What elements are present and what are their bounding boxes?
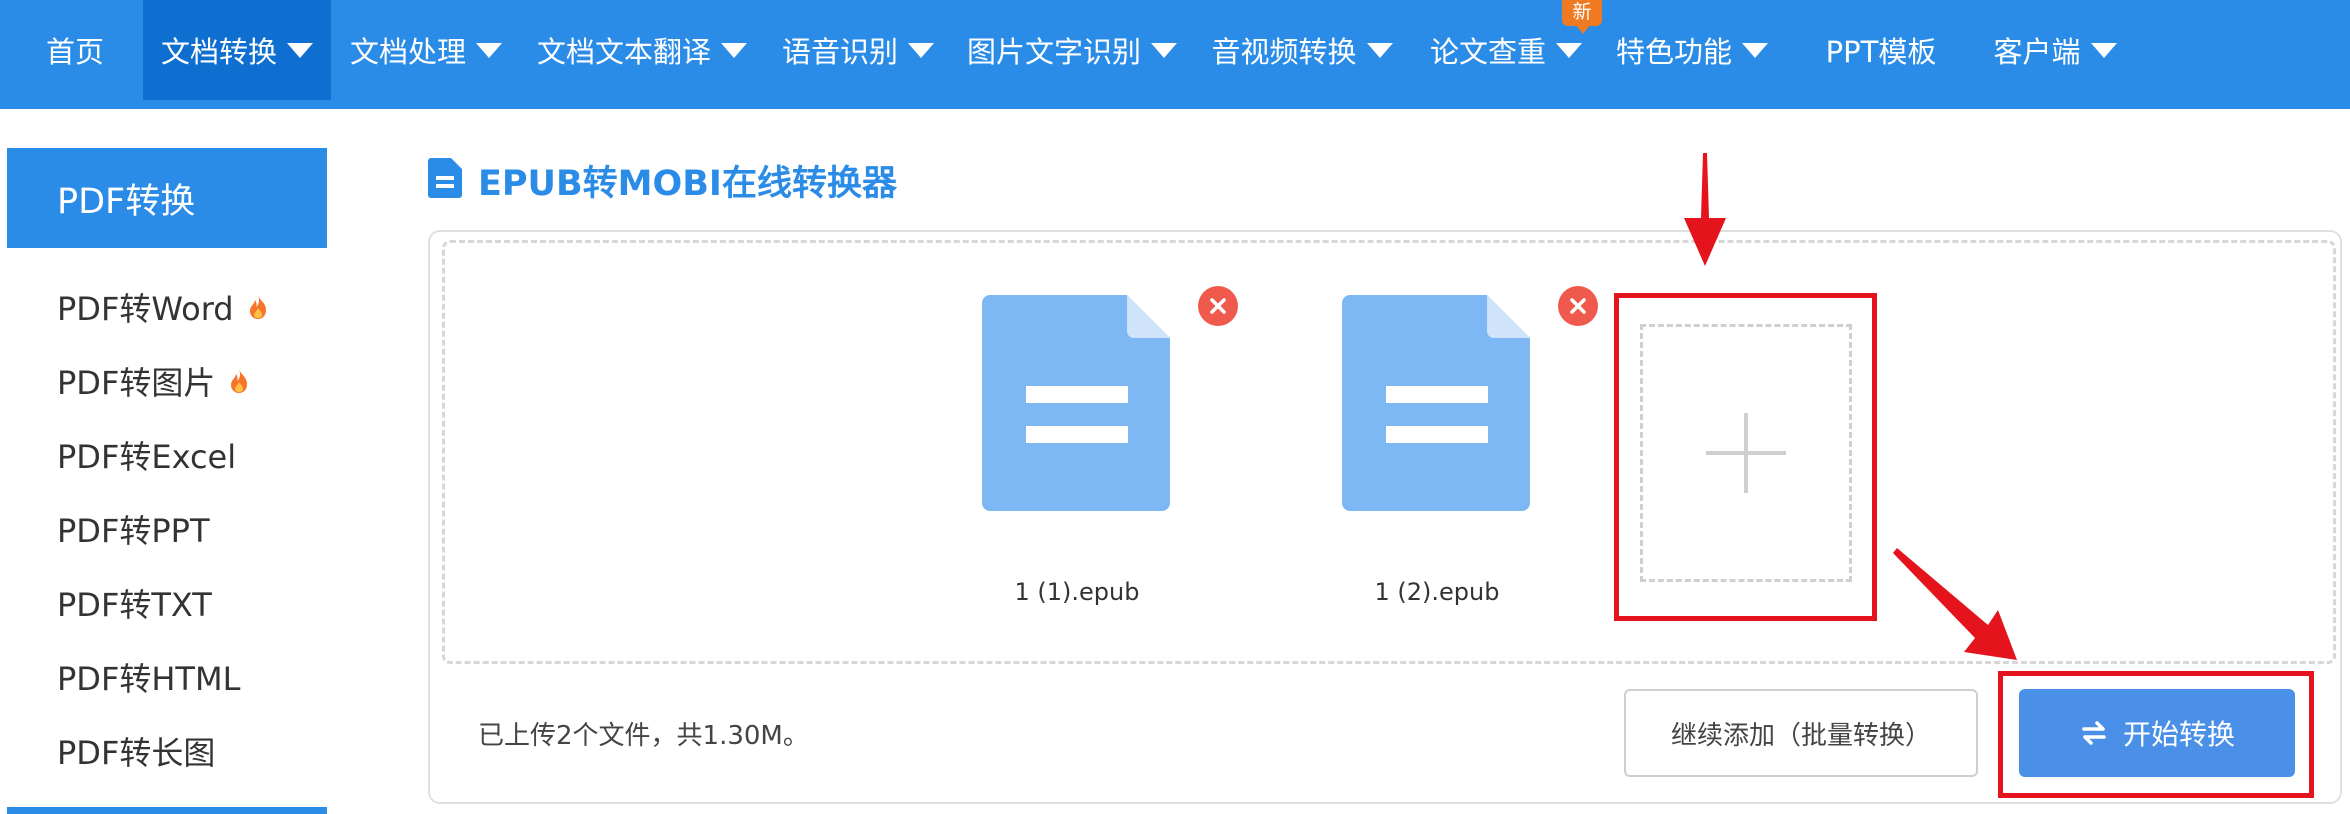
nav-item-ppt-templates[interactable]: PPT模板 — [1818, 0, 1944, 100]
nav-item-av-conversion[interactable]: 音视频转换 — [1208, 0, 1396, 100]
chevron-down-icon — [721, 42, 747, 58]
sidebar-item-pdf-to-word[interactable]: PDF转Word — [7, 270, 327, 344]
flame-icon — [229, 368, 249, 394]
nav-item-label: PPT模板 — [1825, 35, 1937, 69]
nav-item-label: 客户端 — [1993, 35, 2081, 69]
chevron-down-icon — [2090, 42, 2117, 58]
sidebar-item-pdf-to-image[interactable]: PDF转图片 — [7, 344, 327, 418]
annotation-box-add-slot — [1614, 293, 1877, 621]
uploaded-file-card[interactable] — [1342, 293, 1532, 523]
remove-file-button[interactable] — [1558, 286, 1598, 326]
chevron-down-icon — [1151, 42, 1177, 58]
nav-item-label: 音视频转换 — [1211, 35, 1357, 69]
chevron-down-icon — [908, 42, 934, 58]
nav-item-image-ocr[interactable]: 图片文字识别 — [963, 0, 1181, 100]
sidebar-item-label: PDF转Excel — [57, 438, 237, 476]
uploaded-file-card[interactable] — [982, 293, 1172, 523]
chevron-down-icon — [476, 42, 502, 58]
sidebar-menu: PDF转Word PDF转图片 PDF转Excel PDF转PPT PDF转TX… — [7, 270, 327, 788]
top-navigation-bar: 首页 文档转换 文档处理 文档文本翻译 语音识别 图片文字识别 音视频转换 论文… — [0, 0, 2350, 109]
sidebar-item-pdf-to-txt[interactable]: PDF转TXT — [7, 566, 327, 640]
chevron-down-icon — [1742, 42, 1768, 58]
nav-item-label: 首页 — [45, 35, 104, 69]
nav-item-document-translation[interactable]: 文档文本翻译 — [533, 0, 751, 100]
new-badge: 新 — [1562, 0, 1602, 34]
sidebar-item-pdf-to-long-image[interactable]: PDF转长图 — [7, 714, 327, 788]
file-icon — [982, 295, 1170, 511]
sidebar-item-label: PDF转图片 — [57, 364, 216, 402]
continue-adding-button[interactable]: 继续添加（批量转换） — [1624, 689, 1978, 777]
sidebar-item-label: PDF转PPT — [57, 512, 210, 550]
nav-item-speech-recognition[interactable]: 语音识别 — [778, 0, 938, 100]
page-title-row: EPUB转MOBI在线转换器 — [428, 155, 897, 205]
document-icon — [428, 158, 462, 202]
chevron-down-icon — [1366, 42, 1393, 58]
sidebar-header[interactable]: PDF转换 — [7, 148, 327, 248]
annotation-box-start-button — [1998, 671, 2314, 798]
page-title: EPUB转MOBI在线转换器 — [478, 163, 897, 204]
file-name: 1 (2).epub — [1374, 578, 1500, 606]
sidebar-item-pdf-to-html[interactable]: PDF转HTML — [7, 640, 327, 714]
nav-item-home[interactable]: 首页 — [25, 0, 125, 100]
file-icon — [1342, 295, 1530, 511]
nav-item-special-features[interactable]: 特色功能 — [1612, 0, 1772, 100]
chevron-down-icon — [287, 42, 313, 58]
nav-item-document-processing[interactable]: 文档处理 — [345, 0, 507, 100]
sidebar-item-pdf-to-ppt[interactable]: PDF转PPT — [7, 492, 327, 566]
nav-item-label: 图片文字识别 — [966, 35, 1141, 69]
nav-item-label: 文档文本翻译 — [536, 35, 711, 69]
sidebar-item-label: PDF转Word — [57, 290, 234, 328]
sidebar-item-label: PDF转长图 — [57, 734, 216, 772]
sidebar-item-label: PDF转HTML — [57, 660, 241, 698]
chevron-down-icon — [1556, 42, 1582, 58]
close-circle-icon — [1210, 298, 1226, 314]
nav-item-label: 语音识别 — [781, 35, 898, 69]
nav-item-label: 论文查重 — [1429, 35, 1546, 69]
nav-item-document-conversion[interactable]: 文档转换 — [143, 0, 331, 100]
flame-icon — [248, 294, 268, 320]
remove-file-button[interactable] — [1198, 286, 1238, 326]
sidebar-next-section[interactable] — [7, 807, 327, 814]
sidebar-item-pdf-to-excel[interactable]: PDF转Excel — [7, 418, 327, 492]
nav-item-client[interactable]: 客户端 — [1990, 0, 2120, 100]
upload-status-text: 已上传2个文件，共1.30M。 — [478, 721, 809, 751]
file-name: 1 (1).epub — [1014, 578, 1140, 606]
close-circle-icon — [1570, 298, 1586, 314]
nav-item-label: 特色功能 — [1615, 35, 1732, 69]
sidebar-item-label: PDF转TXT — [57, 586, 212, 624]
nav-item-label: 文档转换 — [160, 35, 277, 69]
nav-item-label: 文档处理 — [349, 35, 466, 69]
